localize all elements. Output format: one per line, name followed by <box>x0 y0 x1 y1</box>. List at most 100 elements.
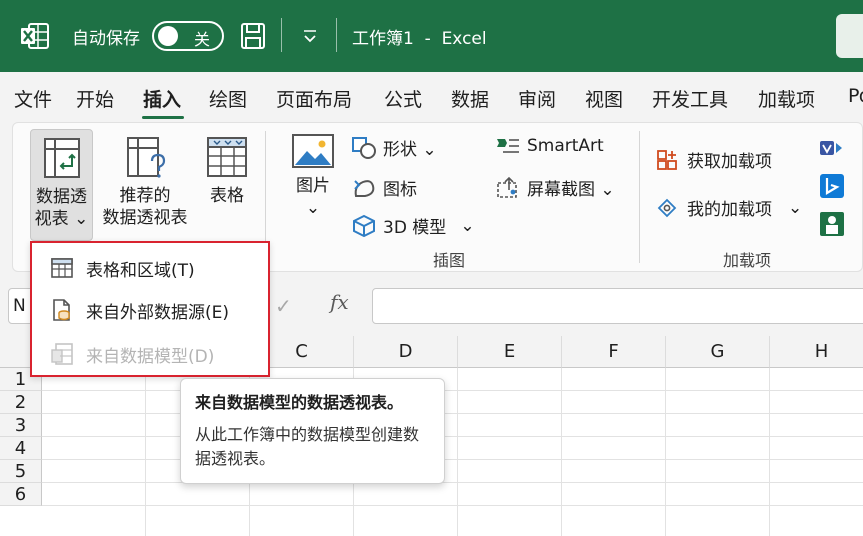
pivot-table-icon <box>43 138 80 178</box>
picture-chevron: ⌄ <box>305 198 321 218</box>
icons-button[interactable]: 图标 <box>351 175 417 200</box>
icons-label: 图标 <box>383 180 417 200</box>
tab-file[interactable]: 文件 <box>14 85 52 112</box>
my-addins-icon <box>657 198 677 217</box>
menu-item-label: 来自外部数据源(E) <box>86 302 230 323</box>
column-header-g[interactable]: G <box>666 336 770 368</box>
grid-line <box>145 368 146 536</box>
add-store-icon <box>657 149 677 170</box>
row-header-6[interactable]: 6 <box>0 483 42 506</box>
grid-line <box>42 436 863 437</box>
tab-addins[interactable]: 加载项 <box>758 85 815 112</box>
recommended-pivot-button[interactable]: 推荐的 数据透视表 <box>97 129 193 241</box>
tab-review[interactable]: 审阅 <box>518 85 556 112</box>
insert-function-button[interactable]: fx <box>330 290 349 314</box>
cube-icon <box>353 214 375 237</box>
smartart-button[interactable]: SmartArt <box>495 135 604 157</box>
picture-button[interactable]: 图片 ⌄ <box>285 133 341 237</box>
tab-view[interactable]: 视图 <box>585 85 623 112</box>
autosave-label: 自动保存 <box>72 29 140 49</box>
title-bar: 自动保存 关 工作簿1 - Excel <box>0 0 863 72</box>
table-button[interactable]: 表格 <box>199 129 255 241</box>
table-label: 表格 <box>210 186 244 206</box>
table-range-icon <box>51 258 73 278</box>
shapes-button[interactable]: 形状 ⌄ <box>351 135 437 160</box>
search-box[interactable] <box>836 14 863 58</box>
column-header-d[interactable]: D <box>354 336 458 368</box>
table-icon <box>207 137 247 177</box>
grid-line <box>561 368 562 536</box>
icons-icon <box>354 179 375 197</box>
smartart-label: SmartArt <box>527 136 604 156</box>
tab-formulas[interactable]: 公式 <box>384 85 422 112</box>
bing-icon[interactable] <box>819 173 845 199</box>
pivot-table-label-1: 数据透 <box>36 187 87 207</box>
grid-line <box>42 505 863 506</box>
tooltip-body: 从此工作簿中的数据模型创建数据透视表。 <box>195 425 420 468</box>
recommended-pivot-label-2: 数据透视表 <box>102 208 188 228</box>
column-header-h[interactable]: H <box>770 336 863 368</box>
row-header-2[interactable]: 2 <box>0 391 42 414</box>
tab-developer[interactable]: 开发工具 <box>652 85 728 112</box>
visio-icon[interactable] <box>819 137 845 159</box>
tab-draw[interactable]: 绘图 <box>209 85 247 112</box>
column-header-f[interactable]: F <box>562 336 666 368</box>
shapes-label: 形状 ⌄ <box>383 140 437 160</box>
smartart-icon <box>497 139 519 153</box>
tab-home[interactable]: 开始 <box>76 85 114 112</box>
tab-page-layout[interactable]: 页面布局 <box>276 85 352 112</box>
3d-models-button[interactable]: 3D 模型 ⌄ <box>351 213 475 238</box>
pivot-table-label-2: 视表 ⌄ <box>34 209 89 229</box>
grid-line <box>665 368 666 536</box>
pivot-table-button[interactable]: 数据透 视表 ⌄ <box>30 129 93 241</box>
picture-label: 图片 <box>296 176 330 196</box>
addins-group-label: 加载项 <box>723 251 772 270</box>
save-icon[interactable] <box>240 22 266 50</box>
shapes-icon <box>352 136 376 159</box>
excel-logo-icon <box>21 23 49 49</box>
tab-power-pivot[interactable]: Po <box>848 85 863 107</box>
grid-line <box>42 390 863 391</box>
menu-item-from-data-model[interactable]: 来自数据模型(D) <box>50 339 214 369</box>
row-header-5[interactable]: 5 <box>0 460 42 483</box>
grid-line <box>42 482 863 483</box>
ribbon-tabs: 文件 开始 插入 绘图 页面布局 公式 数据 审阅 视图 开发工具 加载项 Po <box>0 72 863 122</box>
screenshot-button[interactable]: 屏幕截图 ⌄ <box>495 175 615 200</box>
3d-models-chevron: ⌄ <box>460 215 475 236</box>
external-data-icon <box>53 299 70 321</box>
screenshot-icon <box>497 176 517 198</box>
tooltip: 来自数据模型的数据透视表。 从此工作簿中的数据模型创建数据透视表。 <box>180 378 445 484</box>
row-header-4[interactable]: 4 <box>0 437 42 460</box>
3d-models-label: 3D 模型 <box>383 218 447 238</box>
get-addins-button[interactable]: 获取加载项 <box>655 147 772 172</box>
data-model-icon <box>51 343 73 365</box>
people-graph-icon[interactable] <box>819 211 845 237</box>
illustrations-group-label: 插图 <box>433 251 466 270</box>
titlebar-separator <box>336 18 337 52</box>
toggle-state-text: 关 <box>194 30 211 49</box>
grid-line <box>42 459 863 460</box>
toggle-knob <box>158 26 178 46</box>
row-header-3[interactable]: 3 <box>0 414 42 437</box>
pivot-table-dropdown-menu: 表格和区域(T) 来自外部数据源(E) 来自数据模型(D) <box>30 241 270 377</box>
menu-item-from-external-source[interactable]: 来自外部数据源(E) <box>50 295 229 325</box>
column-header-e[interactable]: E <box>458 336 562 368</box>
picture-icon <box>292 134 334 168</box>
enter-check-icon[interactable]: ✓ <box>275 294 292 318</box>
menu-item-label: 表格和区域(T) <box>86 260 195 281</box>
my-addins-button[interactable]: 我的加载项 ⌄ <box>655 195 802 220</box>
tab-data[interactable]: 数据 <box>451 85 489 112</box>
my-addins-chevron: ⌄ <box>788 197 803 218</box>
titlebar-separator <box>281 18 282 52</box>
get-addins-label: 获取加载项 <box>687 152 772 172</box>
formula-input[interactable] <box>372 288 863 324</box>
grid-line <box>457 368 458 536</box>
menu-item-label: 来自数据模型(D) <box>86 346 215 367</box>
active-tab-indicator <box>142 116 184 119</box>
menu-item-from-table-range[interactable]: 表格和区域(T) <box>50 253 195 283</box>
customize-qat-chevron-icon[interactable] <box>300 26 320 46</box>
tab-insert[interactable]: 插入 <box>143 85 181 112</box>
autosave-toggle[interactable]: 关 <box>152 21 224 51</box>
grid-line <box>769 368 770 536</box>
recommended-pivot-label-1: 推荐的 <box>119 186 171 206</box>
